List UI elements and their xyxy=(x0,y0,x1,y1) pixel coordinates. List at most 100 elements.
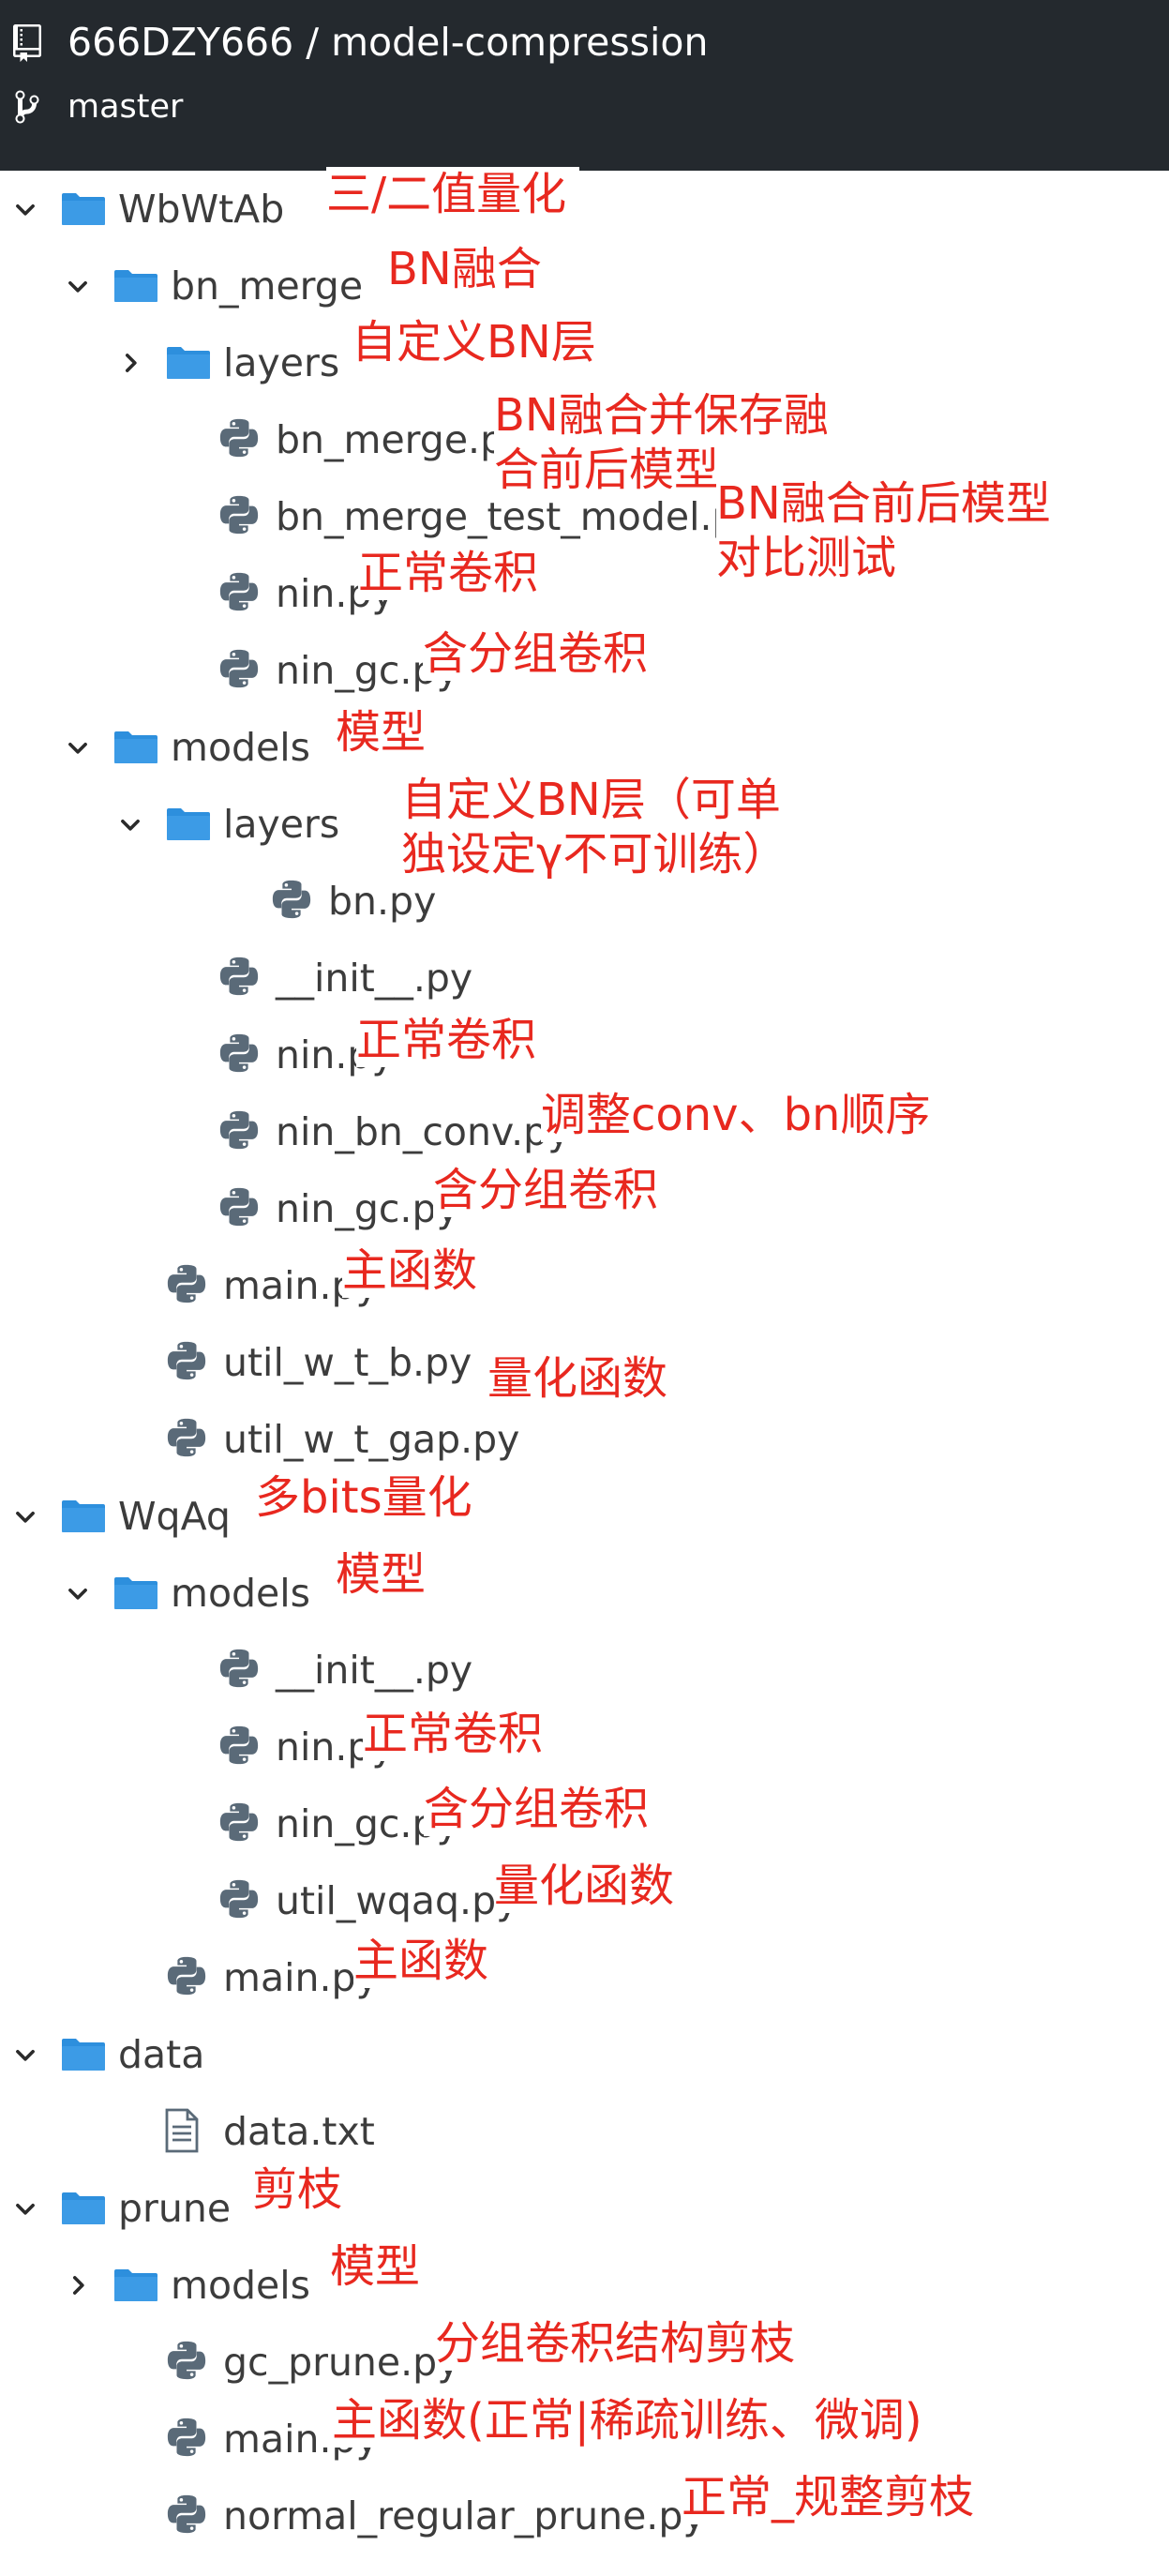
tree-file-row[interactable]: main.py xyxy=(0,1247,1169,1324)
tree-folder-row[interactable]: WbWtAb xyxy=(0,171,1169,248)
chevron-right-icon[interactable] xyxy=(66,2273,90,2297)
chevron-down-icon[interactable] xyxy=(66,735,90,760)
tree-folder-row[interactable]: WqAq xyxy=(0,1478,1169,1555)
annotation-label: 模型 xyxy=(336,1547,440,1602)
branch-name[interactable]: master xyxy=(67,86,183,128)
annotation-label: 剪枝 xyxy=(252,2162,356,2217)
python-file-icon xyxy=(167,1264,206,1303)
branch-row[interactable]: master xyxy=(0,84,1169,150)
tree-item-name[interactable]: models xyxy=(171,2247,310,2324)
annotation-line: 分组卷积结构剪枝 xyxy=(435,2317,796,2370)
tree-item-name[interactable]: WbWtAb xyxy=(118,171,284,248)
python-file-icon xyxy=(219,572,259,611)
tree-item-name[interactable]: prune xyxy=(118,2170,231,2247)
tree-item-name[interactable]: models xyxy=(171,709,310,786)
repo-header: 666DZY666 / model-compression master xyxy=(0,0,1169,171)
tree-item-name[interactable]: util_w_t_b.py xyxy=(223,1324,472,1401)
chevron-down-icon[interactable] xyxy=(13,2042,37,2067)
tree-item-name[interactable]: WqAq xyxy=(118,1478,231,1555)
annotation-line: 含分组卷积 xyxy=(423,627,649,680)
annotation-line: 调整conv、bn顺序 xyxy=(541,1089,931,1141)
python-file-icon xyxy=(219,1802,259,1842)
folder-icon xyxy=(62,1500,105,1532)
annotation-line: BN融合并保存融 xyxy=(494,389,829,442)
tree-file-row[interactable]: __init__.py xyxy=(0,1632,1169,1709)
tree-item-name[interactable]: layers xyxy=(223,324,339,401)
annotation-line: 自定义BN层（可单 xyxy=(401,774,781,826)
annotation-label: 主函数 xyxy=(353,1934,502,1988)
annotation-line: 主函数 xyxy=(342,1244,478,1297)
tree-file-row[interactable]: main.py xyxy=(0,1939,1169,2016)
annotation-line: 三/二值量化 xyxy=(326,168,567,220)
chevron-down-icon[interactable] xyxy=(13,197,37,221)
tree-item-name[interactable]: gc_prune.py xyxy=(223,2324,459,2401)
annotation-label: 量化函数 xyxy=(487,1350,682,1406)
tree-file-row[interactable]: normal_regular_prune.py xyxy=(0,2478,1169,2554)
annotation-line: 模型 xyxy=(336,1548,427,1601)
annotation-line: 对比测试 xyxy=(716,532,897,584)
chevron-down-icon[interactable] xyxy=(66,274,90,298)
tree-folder-row[interactable]: models xyxy=(0,1555,1169,1632)
tree-item-name[interactable]: util_w_t_gap.py xyxy=(223,1401,519,1478)
chevron-down-icon[interactable] xyxy=(118,812,142,836)
tree-folder-row[interactable]: bn_merge xyxy=(0,248,1169,324)
python-file-icon xyxy=(219,495,259,535)
python-file-icon xyxy=(219,1879,259,1919)
tree-file-row[interactable]: data.txt xyxy=(0,2093,1169,2170)
annotation-line: BN融合 xyxy=(387,243,542,295)
tree-item-name[interactable]: __init__.py xyxy=(276,940,472,1017)
tree-item-name[interactable]: normal_regular_prune.py xyxy=(223,2478,706,2554)
tree-item-name[interactable]: util_wqaq.py xyxy=(276,1862,518,1939)
tree-file-row[interactable]: __init__.py xyxy=(0,940,1169,1017)
annotation-label: 自定义BN层（可单 独设定γ不可训练） xyxy=(401,773,802,881)
tree-item-name[interactable]: data.txt xyxy=(223,2093,375,2170)
tree-item-name[interactable]: data xyxy=(118,2016,204,2093)
annotation-line: 量化函数 xyxy=(494,1860,675,1912)
tree-item-name[interactable]: __init__.py xyxy=(276,1632,472,1709)
annotation-label: 模型 xyxy=(336,705,440,760)
annotation-label: 自定义BN层 xyxy=(352,315,609,369)
annotation-line: 剪枝 xyxy=(252,2163,343,2216)
tree-file-row[interactable]: nin.py xyxy=(0,1709,1169,1785)
repo-title[interactable]: 666DZY666 / model-compression xyxy=(67,19,709,66)
tree-item-name[interactable]: nin_gc.py xyxy=(276,1170,459,1247)
annotation-label: 主函数(正常|稀疏训练、微调) xyxy=(332,2393,936,2448)
python-file-icon xyxy=(167,1341,206,1380)
tree-item-name[interactable]: layers xyxy=(223,786,339,863)
python-file-icon xyxy=(167,2494,206,2534)
chevron-right-icon[interactable] xyxy=(118,351,142,375)
tree-item-name[interactable]: nin_bn_conv.py xyxy=(276,1093,570,1170)
python-file-icon xyxy=(167,2418,206,2457)
tree-folder-row[interactable]: models xyxy=(0,2247,1169,2324)
folder-icon xyxy=(167,347,210,379)
annotation-label: 正常_规整剪枝 xyxy=(682,2470,988,2524)
tree-folder-row[interactable]: prune xyxy=(0,2170,1169,2247)
python-file-icon xyxy=(219,1110,259,1150)
folder-icon xyxy=(62,193,105,225)
annotation-line: 多bits量化 xyxy=(255,1471,472,1524)
chevron-down-icon[interactable] xyxy=(13,2196,37,2221)
annotation-line: BN融合前后模型 xyxy=(716,477,1051,530)
tree-file-row[interactable]: util_w_t_gap.py xyxy=(0,1401,1169,1478)
folder-icon xyxy=(114,731,157,763)
python-file-icon xyxy=(167,1956,206,1996)
tree-folder-row[interactable]: data xyxy=(0,2016,1169,2093)
chevron-down-icon[interactable] xyxy=(13,1504,37,1529)
annotation-line: 独设定γ不可训练） xyxy=(401,828,788,881)
annotation-line: 正常卷积 xyxy=(356,1014,537,1066)
python-file-icon xyxy=(219,649,259,688)
repo-row[interactable]: 666DZY666 / model-compression xyxy=(0,0,1169,84)
chevron-down-icon[interactable] xyxy=(66,1581,90,1605)
annotation-label: 量化函数 xyxy=(494,1859,688,1913)
python-file-icon xyxy=(167,2341,206,2380)
python-file-icon xyxy=(272,880,311,919)
annotation-label: 模型 xyxy=(330,2239,434,2294)
annotation-label: 含分组卷积 xyxy=(433,1163,672,1217)
annotation-line: 量化函数 xyxy=(487,1351,668,1405)
tree-item-name[interactable]: models xyxy=(171,1555,310,1632)
tree-item-name[interactable]: bn_merge.py xyxy=(276,401,527,478)
folder-icon xyxy=(62,2192,105,2224)
tree-file-row[interactable]: nin.py xyxy=(0,1017,1169,1093)
tree-item-name[interactable]: bn_merge xyxy=(171,248,363,324)
folder-icon xyxy=(114,2269,157,2301)
